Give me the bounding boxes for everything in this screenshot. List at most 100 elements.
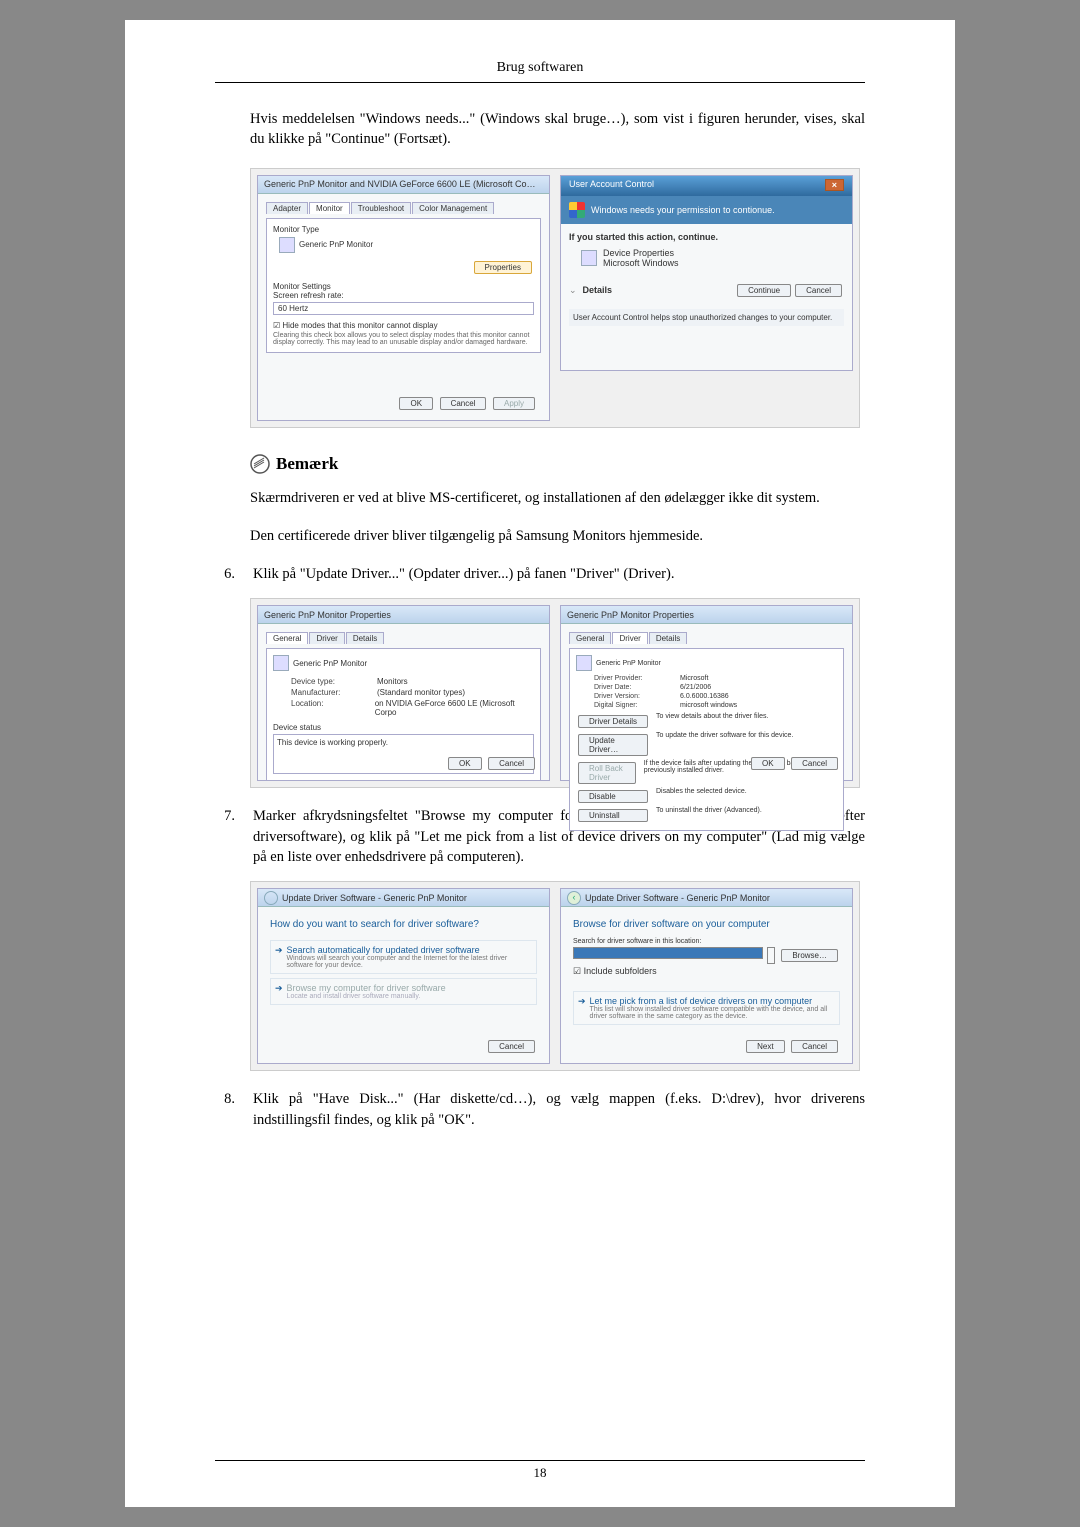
back-icon[interactable]: ‹	[567, 891, 581, 905]
tab-color[interactable]: Color Management	[412, 202, 494, 214]
update-driver-wizard-2: ‹ Update Driver Software - Generic PnP M…	[560, 888, 853, 1064]
monitor-settings-label: Monitor Settings	[273, 282, 534, 291]
dialog-tabs: Adapter Monitor Troubleshoot Color Manag…	[266, 202, 541, 214]
uac-title-bar: User Account Control ×	[561, 176, 852, 196]
close-icon[interactable]: ×	[825, 179, 844, 191]
cancel-button[interactable]: Cancel	[488, 1040, 535, 1053]
uac-dialog: User Account Control × Windows needs you…	[560, 175, 853, 372]
pick-list-desc: This list will show installed driver sof…	[590, 1006, 835, 1020]
cancel-button[interactable]: Cancel	[488, 757, 535, 770]
apply-button[interactable]: Apply	[493, 397, 535, 410]
ok-button[interactable]: OK	[399, 397, 433, 410]
tab-troubleshoot[interactable]: Troubleshoot	[351, 202, 411, 214]
version-label: Driver Version:	[594, 693, 674, 700]
uac-ms-windows: Microsoft Windows	[603, 258, 679, 268]
dialog-title: Generic PnP Monitor Properties	[258, 606, 549, 624]
device-heading: Generic PnP Monitor	[596, 660, 661, 667]
dialog-title: Generic PnP Monitor Properties	[561, 606, 852, 624]
refresh-rate-select[interactable]: 60 Hertz	[273, 302, 534, 315]
update-driver-wizard-1: Update Driver Software - Generic PnP Mon…	[257, 888, 550, 1064]
footer-divider	[215, 1460, 865, 1461]
tab-general[interactable]: General	[266, 632, 308, 644]
back-icon[interactable]	[264, 891, 278, 905]
ok-button[interactable]: OK	[448, 757, 482, 770]
opt2-desc: Locate and install driver software manua…	[287, 993, 446, 1000]
uac-device-props: Device Properties	[603, 248, 679, 258]
tab-driver[interactable]: Driver	[309, 632, 344, 644]
uac-started-text: If you started this action, continue.	[569, 232, 844, 242]
ok-button[interactable]: OK	[751, 757, 785, 770]
cancel-button[interactable]: Cancel	[791, 757, 838, 770]
step-8-num: 8.	[215, 1089, 235, 1130]
step-6: 6. Klik på "Update Driver..." (Opdater d…	[215, 564, 865, 584]
monitor-icon	[273, 655, 289, 671]
monitor-icon	[576, 655, 592, 671]
tab-adapter[interactable]: Adapter	[266, 202, 308, 214]
opt1-head[interactable]: Search automatically for updated driver …	[287, 945, 532, 955]
driver-details-button[interactable]: Driver Details	[578, 715, 648, 728]
page-number: 18	[125, 1465, 955, 1481]
uac-title-text: User Account Control	[569, 179, 654, 189]
figure-1: Generic PnP Monitor and NVIDIA GeForce 6…	[250, 168, 860, 428]
device-properties-general-dialog: Generic PnP Monitor Properties General D…	[257, 605, 550, 781]
tab-driver[interactable]: Driver	[612, 632, 647, 644]
note-line-2: Den certificerede driver bliver tilgænge…	[250, 526, 865, 546]
search-label: Search for driver software in this locat…	[573, 938, 844, 945]
uac-banner: Windows needs your permission to contion…	[561, 196, 852, 224]
hide-modes-desc: Clearing this check box allows you to se…	[273, 332, 534, 346]
tab-details[interactable]: Details	[346, 632, 384, 644]
shield-icon	[569, 202, 585, 218]
tab-details[interactable]: Details	[649, 632, 687, 644]
uninstall-desc: To uninstall the driver (Advanced).	[656, 807, 762, 824]
figure-2: Generic PnP Monitor Properties General D…	[250, 598, 860, 788]
signer-label: Digital Signer:	[594, 702, 674, 709]
monitor-type-value: Generic PnP Monitor	[299, 240, 373, 249]
pick-list-head[interactable]: Let me pick from a list of device driver…	[590, 996, 835, 1006]
next-button[interactable]: Next	[746, 1040, 784, 1053]
disable-button[interactable]: Disable	[578, 790, 648, 803]
dialog-tabs: General Driver Details	[266, 632, 541, 644]
provider-value: Microsoft	[680, 675, 708, 682]
monitor-type-label: Monitor Type	[273, 225, 534, 234]
opt2-head[interactable]: Browse my computer for driver software	[287, 983, 446, 993]
uninstall-button[interactable]: Uninstall	[578, 809, 648, 822]
properties-button[interactable]: Properties	[474, 261, 532, 274]
signer-value: microsoft windows	[680, 702, 737, 709]
arrow-icon: ➔	[275, 945, 283, 969]
location-value: on NVIDIA GeForce 6600 LE (Microsoft Cor…	[375, 699, 534, 717]
hide-modes-label: Hide modes that this monitor cannot disp…	[282, 321, 437, 330]
browse-button[interactable]: Browse…	[781, 949, 838, 962]
hide-modes-checkbox[interactable]: ☑	[273, 321, 282, 330]
continue-button[interactable]: Continue	[737, 284, 791, 297]
note-icon	[250, 454, 270, 474]
manufacturer-value: (Standard monitor types)	[377, 688, 465, 697]
path-input[interactable]	[573, 947, 763, 959]
include-subfolders-checkbox[interactable]: ☑	[573, 966, 584, 976]
wizard-title: Update Driver Software - Generic PnP Mon…	[585, 893, 770, 903]
rollback-driver-button[interactable]: Roll Back Driver	[578, 762, 636, 784]
tab-general[interactable]: General	[569, 632, 611, 644]
cancel-button[interactable]: Cancel	[795, 284, 842, 297]
device-heading: Generic PnP Monitor	[293, 659, 367, 668]
version-value: 6.0.6000.16386	[680, 693, 729, 700]
uac-details-label[interactable]: Details	[583, 285, 736, 295]
location-label: Location:	[291, 699, 369, 717]
cancel-button[interactable]: Cancel	[440, 397, 487, 410]
step-8: 8. Klik på "Have Disk..." (Har diskette/…	[215, 1089, 865, 1130]
tab-monitor[interactable]: Monitor	[309, 202, 350, 214]
update-driver-button[interactable]: Update Driver…	[578, 734, 648, 756]
disable-desc: Disables the selected device.	[656, 788, 747, 805]
device-type-value: Monitors	[377, 677, 408, 686]
monitor-properties-dialog: Generic PnP Monitor and NVIDIA GeForce 6…	[257, 175, 550, 421]
cancel-button[interactable]: Cancel	[791, 1040, 838, 1053]
step-7-num: 7.	[215, 806, 235, 867]
provider-label: Driver Provider:	[594, 675, 674, 682]
wizard-question: How do you want to search for driver sof…	[270, 919, 541, 930]
note-line-1: Skærmdriveren er ved at blive MS-certifi…	[250, 488, 865, 508]
step-6-num: 6.	[215, 564, 235, 584]
opt1-desc: Windows will search your computer and th…	[287, 955, 532, 969]
note-label: Bemærk	[276, 454, 338, 474]
dropdown-icon[interactable]	[767, 947, 775, 964]
wizard-heading: Browse for driver software on your compu…	[573, 919, 844, 930]
chevron-down-icon[interactable]: ⌄	[569, 285, 577, 296]
